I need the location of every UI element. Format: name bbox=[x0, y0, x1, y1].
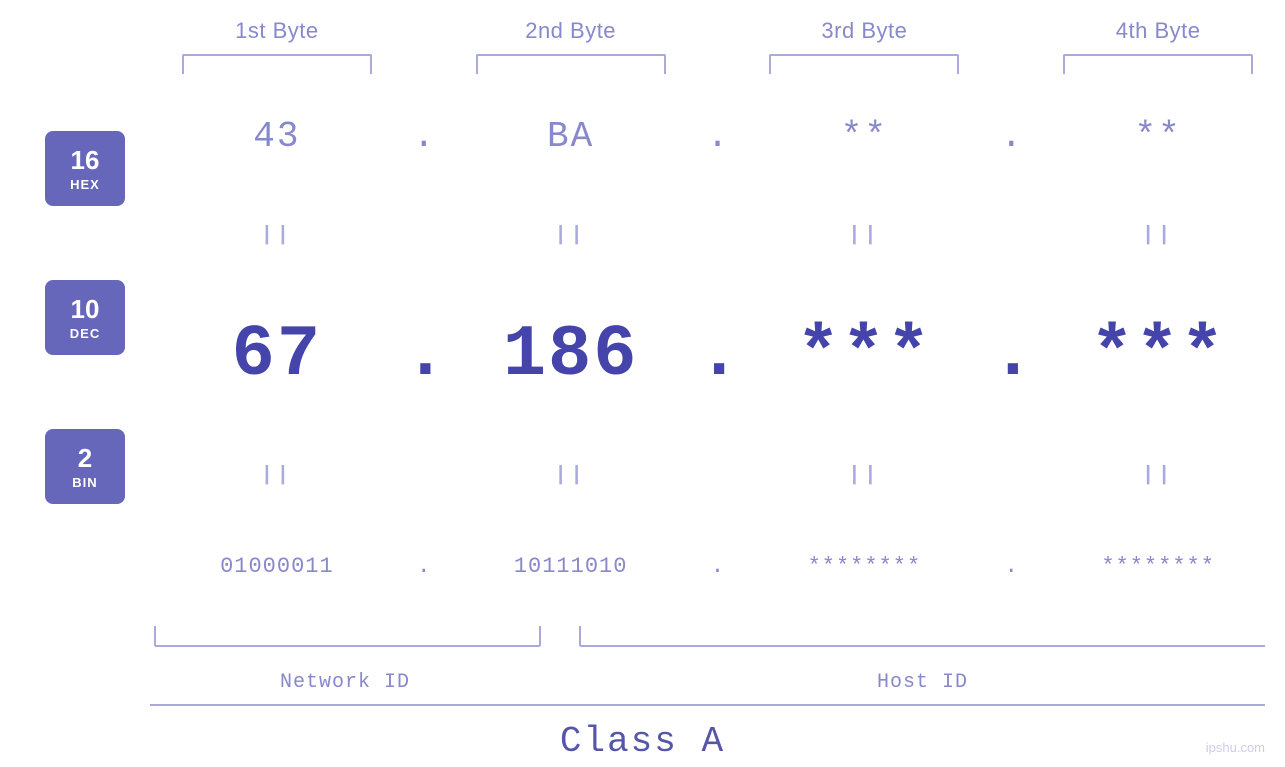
hex-byte1-value: 43 bbox=[253, 116, 300, 157]
id-labels-row: Network ID Host ID bbox=[150, 671, 1265, 694]
main-container: 1st Byte 2nd Byte 3rd Byte 4th Byte 16 bbox=[0, 0, 1285, 767]
dec-byte1-cell: 67 bbox=[150, 314, 404, 396]
bottom-brackets-svg bbox=[150, 621, 1265, 671]
dec-byte4-cell: *** bbox=[1031, 314, 1285, 396]
hex-number: 16 bbox=[71, 145, 100, 176]
bin-dot3: . bbox=[991, 554, 1031, 579]
bin-number: 2 bbox=[78, 443, 92, 474]
top-brackets-row bbox=[0, 54, 1285, 74]
hex-byte4-value: ** bbox=[1135, 116, 1182, 157]
equals-1-b4: || bbox=[1031, 224, 1285, 247]
equals-2-b2: || bbox=[444, 464, 698, 487]
content-area: 16 HEX 10 DEC 2 BIN 43 . BA bbox=[0, 84, 1285, 621]
bin-byte4-cell: ******** bbox=[1031, 554, 1285, 579]
hex-name: HEX bbox=[70, 177, 100, 192]
equals-2-b1: || bbox=[150, 464, 404, 487]
dec-name: DEC bbox=[70, 326, 100, 341]
dec-row: 67 . 186 . *** . *** bbox=[150, 314, 1285, 396]
dec-badge: 10 DEC bbox=[45, 280, 125, 355]
bracket-line-2 bbox=[476, 54, 666, 74]
bin-byte3-value: ******** bbox=[808, 554, 922, 579]
bottom-section: Network ID Host ID bbox=[0, 621, 1285, 694]
bin-row: 01000011 . 10111010 . ******** . *******… bbox=[150, 554, 1285, 579]
bin-byte1-cell: 01000011 bbox=[150, 554, 404, 579]
dec-byte1-value: 67 bbox=[232, 314, 322, 396]
byte4-label: 4th Byte bbox=[1031, 18, 1285, 44]
equals-1-b2: || bbox=[444, 224, 698, 247]
hex-byte3-value: ** bbox=[841, 116, 888, 157]
bin-byte3-cell: ******** bbox=[738, 554, 992, 579]
hex-byte3-cell: ** bbox=[738, 116, 992, 157]
equals-2-b3: || bbox=[738, 464, 992, 487]
hex-badge: 16 HEX bbox=[45, 131, 125, 206]
hex-byte1-cell: 43 bbox=[150, 116, 404, 157]
watermark: ipshu.com bbox=[1206, 740, 1265, 755]
bin-badge: 2 BIN bbox=[45, 429, 125, 504]
bin-dot2: . bbox=[698, 554, 738, 579]
bracket-byte4 bbox=[1031, 54, 1285, 74]
byte2-label: 2nd Byte bbox=[444, 18, 698, 44]
dec-dot2: . bbox=[698, 319, 738, 391]
dec-byte3-cell: *** bbox=[738, 314, 992, 396]
hex-byte2-value: BA bbox=[547, 116, 594, 157]
data-area: 43 . BA . ** . ** || || bbox=[150, 84, 1285, 621]
dec-byte2-cell: 186 bbox=[444, 314, 698, 396]
bracket-line-3 bbox=[769, 54, 959, 74]
dec-byte4-value: *** bbox=[1090, 314, 1226, 396]
hex-dot1: . bbox=[404, 116, 444, 157]
hex-byte4-cell: ** bbox=[1031, 116, 1285, 157]
hex-byte2-cell: BA bbox=[444, 116, 698, 157]
bracket-byte3 bbox=[738, 54, 992, 74]
byte3-label: 3rd Byte bbox=[738, 18, 992, 44]
bracket-byte1 bbox=[150, 54, 404, 74]
dec-number: 10 bbox=[71, 294, 100, 325]
equals-2-b4: || bbox=[1031, 464, 1285, 487]
bin-byte1-value: 01000011 bbox=[220, 554, 334, 579]
bracket-line-1 bbox=[182, 54, 372, 74]
bin-byte2-cell: 10111010 bbox=[444, 554, 698, 579]
bin-dot1: . bbox=[404, 554, 444, 579]
host-id-label: Host ID bbox=[580, 671, 1265, 694]
dec-dot1: . bbox=[404, 319, 444, 391]
bin-byte4-value: ******** bbox=[1101, 554, 1215, 579]
bracket-byte2 bbox=[444, 54, 698, 74]
equals-row-2: || || || || bbox=[150, 460, 1285, 490]
equals-row-1: || || || || bbox=[150, 221, 1285, 251]
labels-column: 16 HEX 10 DEC 2 BIN bbox=[20, 84, 150, 621]
bracket-line-4 bbox=[1063, 54, 1253, 74]
hex-dot3: . bbox=[991, 116, 1031, 157]
hex-row: 43 . BA . ** . ** bbox=[150, 116, 1285, 157]
dec-byte3-value: *** bbox=[797, 314, 933, 396]
network-id-label: Network ID bbox=[150, 671, 540, 694]
equals-1-b1: || bbox=[150, 224, 404, 247]
equals-1-b3: || bbox=[738, 224, 992, 247]
header-row: 1st Byte 2nd Byte 3rd Byte 4th Byte bbox=[0, 0, 1285, 44]
dec-dot3: . bbox=[991, 319, 1031, 391]
dec-byte2-value: 186 bbox=[503, 314, 639, 396]
hex-dot2: . bbox=[698, 116, 738, 157]
bin-byte2-value: 10111010 bbox=[514, 554, 628, 579]
class-label: Class A bbox=[0, 706, 1285, 767]
byte1-label: 1st Byte bbox=[150, 18, 404, 44]
bin-name: BIN bbox=[72, 475, 97, 490]
